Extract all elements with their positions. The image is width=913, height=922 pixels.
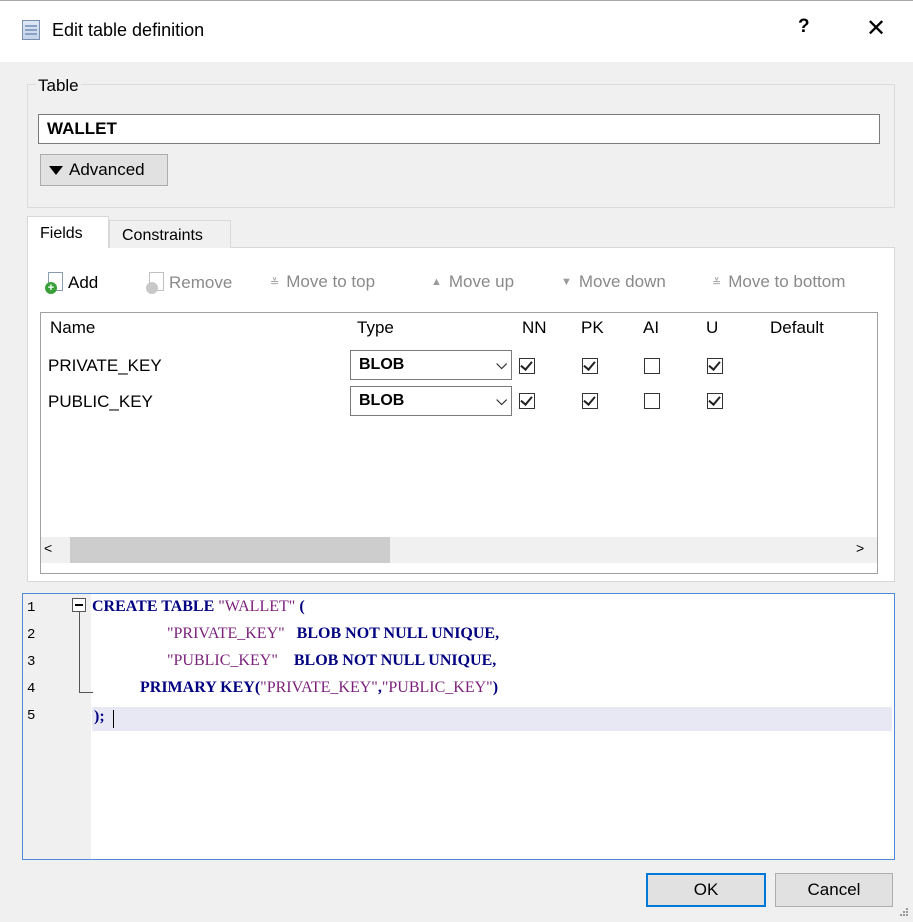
field-name-cell[interactable]: PUBLIC_KEY [48, 392, 153, 412]
code-token: "PUBLIC_KEY" [167, 652, 278, 669]
type-select[interactable]: BLOB ⌵ [350, 350, 512, 380]
move-to-bottom-icon: ≚ [712, 276, 722, 289]
cancel-button[interactable]: Cancel [775, 873, 893, 907]
scroll-left-icon[interactable]: < [44, 540, 52, 556]
field-name-cell[interactable]: PRIVATE_KEY [48, 356, 162, 376]
code-token: "WALLET" [218, 598, 296, 615]
move-up-label: Move up [448, 272, 515, 291]
column-header-u[interactable]: U [706, 318, 718, 338]
line-number: 4 [27, 681, 36, 697]
add-field-icon: + [45, 272, 65, 294]
table-groupbox [27, 84, 895, 208]
code-line: ); [94, 708, 105, 726]
code-token: CREATE TABLE [92, 598, 219, 615]
add-label: Add [68, 273, 99, 292]
fold-guide-end [79, 692, 93, 693]
line-number: 5 [27, 708, 36, 724]
remove-field-button[interactable]: Remove [146, 272, 232, 294]
advanced-toggle-button[interactable]: Advanced [40, 154, 168, 186]
move-to-top-label: Move to top [286, 272, 376, 291]
move-to-bottom-label: Move to bottom [728, 272, 846, 291]
move-down-button[interactable]: ▼ Move down [561, 272, 666, 292]
resize-grip-icon[interactable] [900, 908, 910, 918]
advanced-label: Advanced [69, 160, 145, 179]
column-header-default[interactable]: Default [770, 318, 824, 338]
code-line: "PRIVATE_KEY" BLOB NOT NULL UNIQUE, [167, 625, 499, 643]
move-up-button[interactable]: ▲ Move up [431, 272, 514, 292]
move-to-top-icon: ≚ [270, 276, 280, 289]
move-down-label: Move down [578, 272, 666, 291]
table-name-input[interactable] [38, 114, 880, 144]
text-cursor [113, 710, 114, 728]
column-header-ai[interactable]: AI [643, 318, 659, 338]
unique-checkbox[interactable] [707, 393, 723, 409]
code-token: BLOB NOT NULL UNIQUE, [284, 625, 500, 642]
code-token: "PUBLIC_KEY" [381, 679, 493, 696]
code-line: PRIMARY KEY("PRIVATE_KEY","PUBLIC_KEY") [140, 679, 498, 697]
column-header-pk[interactable]: PK [581, 318, 604, 338]
remove-field-icon [146, 272, 166, 294]
move-down-icon: ▼ [561, 276, 572, 288]
scroll-right-icon[interactable]: > [856, 540, 864, 556]
add-field-button[interactable]: + Add [45, 272, 98, 294]
code-token: BLOB NOT NULL UNIQUE, [277, 652, 497, 669]
move-to-bottom-button[interactable]: ≚ Move to bottom [712, 272, 845, 292]
line-number: 3 [27, 654, 36, 670]
close-icon[interactable]: ✕ [866, 14, 886, 43]
code-token: PRIMARY KEY( [140, 679, 261, 696]
pk-checkbox[interactable] [582, 358, 598, 374]
nn-checkbox[interactable] [519, 393, 535, 409]
ok-button[interactable]: OK [646, 873, 766, 907]
chevron-down-icon: ⌵ [496, 392, 507, 408]
type-select[interactable]: BLOB ⌵ [350, 386, 512, 416]
line-number: 2 [27, 627, 36, 643]
code-token: ) [492, 679, 499, 696]
table-group-label: Table [36, 76, 81, 96]
tab-constraints[interactable]: Constraints [109, 220, 231, 248]
scrollbar-thumb[interactable] [70, 537, 390, 563]
pk-checkbox[interactable] [582, 393, 598, 409]
type-value: BLOB [359, 392, 405, 409]
move-up-icon: ▲ [431, 276, 442, 288]
ai-checkbox[interactable] [644, 393, 660, 409]
fold-guide-line [79, 612, 80, 692]
ai-checkbox[interactable] [644, 358, 660, 374]
window-title: Edit table definition [52, 20, 205, 40]
unique-checkbox[interactable] [707, 358, 723, 374]
code-token: ); [94, 708, 105, 725]
code-line: "PUBLIC_KEY" BLOB NOT NULL UNIQUE, [167, 652, 496, 670]
chevron-down-icon: ⌵ [496, 356, 507, 372]
code-token: ( [295, 598, 305, 615]
column-header-name[interactable]: Name [50, 318, 95, 338]
fold-collapse-icon[interactable] [72, 598, 86, 612]
table-icon [22, 20, 40, 40]
column-header-nn[interactable]: NN [522, 318, 547, 338]
tab-fields[interactable]: Fields [27, 216, 109, 248]
nn-checkbox[interactable] [519, 358, 535, 374]
help-button[interactable]: ? [798, 16, 810, 38]
code-line: CREATE TABLE "WALLET" ( [92, 598, 305, 616]
line-number: 1 [27, 600, 36, 616]
move-to-top-button[interactable]: ≚ Move to top [270, 272, 375, 292]
column-header-type[interactable]: Type [357, 318, 394, 338]
current-line-highlight [92, 707, 892, 731]
type-value: BLOB [359, 356, 405, 373]
code-token: "PRIVATE_KEY" [260, 679, 378, 696]
code-token: "PRIVATE_KEY" [167, 625, 285, 642]
remove-label: Remove [169, 273, 233, 292]
triangle-down-icon [49, 165, 63, 175]
